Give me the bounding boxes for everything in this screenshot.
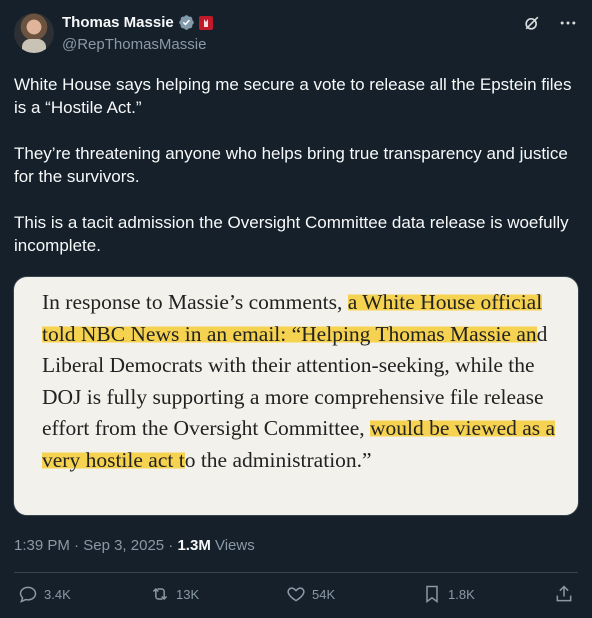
quote-image-text: In response to Massie’s comments, a Whit…: [42, 287, 562, 476]
repost-count: 13K: [176, 586, 200, 602]
more-icon[interactable]: [558, 13, 578, 33]
tweet-date[interactable]: Sep 3, 2025: [83, 537, 164, 554]
quote-text-segment: In response to Massie’s comments,: [42, 290, 348, 314]
repost-icon: [152, 587, 168, 601]
tweet-top-actions: [522, 13, 578, 33]
avatar[interactable]: [14, 13, 54, 53]
bookmark-count: 1.8K: [448, 586, 475, 602]
verified-badge-icon: [178, 15, 194, 30]
like-button[interactable]: 54K: [286, 584, 335, 604]
meta-separator: ·: [164, 537, 178, 554]
bookmark-icon: [426, 585, 438, 603]
share-icon: [556, 585, 572, 602]
author-handle[interactable]: @RepThomasMassie: [62, 36, 206, 53]
tweet-time[interactable]: 1:39 PM: [14, 537, 70, 554]
action-bar: 3.4K 13K 54K 1.8K: [0, 584, 592, 608]
author-name-row: Thomas Massie: [62, 14, 213, 31]
divider: [14, 572, 578, 573]
bookmark-button[interactable]: 1.8K: [422, 584, 475, 604]
reply-button[interactable]: 3.4K: [18, 584, 71, 604]
tweet-text: White House says helping me secure a vot…: [14, 75, 572, 255]
quote-image-card[interactable]: In response to Massie’s comments, a Whit…: [13, 276, 579, 516]
views-count: 1.3M: [177, 537, 211, 554]
reply-icon: [19, 586, 37, 603]
repost-button[interactable]: 13K: [150, 584, 199, 604]
reply-count: 3.4K: [44, 586, 71, 602]
author-name[interactable]: Thomas Massie: [62, 14, 174, 31]
share-button[interactable]: [554, 584, 574, 604]
flag-icon: [198, 15, 213, 30]
views-label: Views: [210, 537, 255, 554]
like-count: 54K: [312, 586, 336, 602]
quote-text-segment: o the administration.”: [184, 447, 372, 472]
meta-separator: ·: [69, 537, 84, 554]
tweet-meta: 1:39 PM · Sep 3, 2025 · 1.3M Views: [14, 537, 255, 554]
grok-icon[interactable]: [522, 13, 542, 33]
like-icon: [287, 587, 305, 602]
